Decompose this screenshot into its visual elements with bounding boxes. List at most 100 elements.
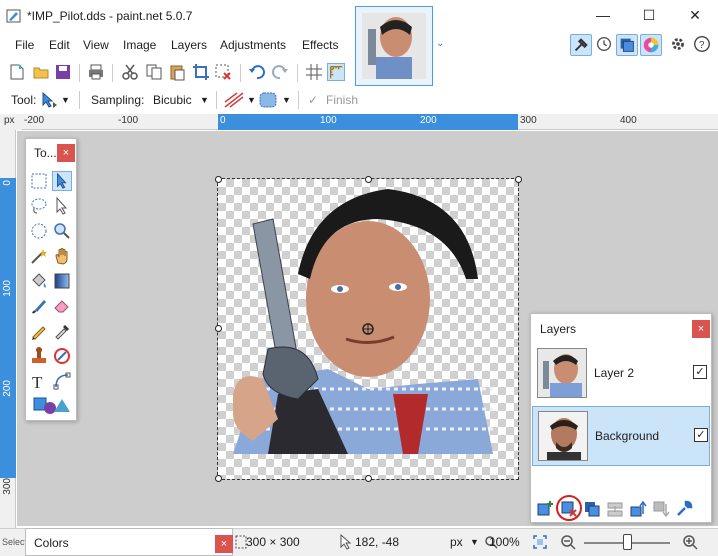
- recolor-tool-icon[interactable]: [52, 346, 72, 366]
- layer-row-background[interactable]: Background ✓: [532, 406, 710, 466]
- new-file-icon[interactable]: [8, 63, 26, 81]
- color-picker-tool-icon[interactable]: [52, 321, 72, 341]
- layers-window-close-button[interactable]: ×: [692, 320, 710, 338]
- sampling-dropdown-arrow-icon[interactable]: ▼: [200, 95, 209, 105]
- resize-handle-top-left[interactable]: [215, 176, 222, 183]
- gradient-tool-icon[interactable]: [52, 271, 72, 291]
- hammer-icon: [574, 38, 588, 52]
- tools-window-toggle-button[interactable]: [570, 34, 592, 56]
- zoom-out-icon[interactable]: [560, 534, 576, 550]
- undo-icon[interactable]: [248, 63, 266, 81]
- crop-to-selection-icon[interactable]: [192, 63, 210, 81]
- move-layer-up-icon[interactable]: [629, 500, 647, 518]
- add-new-layer-icon[interactable]: [536, 500, 554, 518]
- units-dropdown-arrow-icon[interactable]: ▼: [470, 537, 479, 547]
- shapes-tool-icon[interactable]: [32, 395, 72, 415]
- zoom-level[interactable]: 100%: [489, 535, 520, 549]
- line-curve-tool-icon[interactable]: [52, 371, 72, 391]
- close-button[interactable]: ✕: [672, 0, 718, 30]
- paint-bucket-tool-icon[interactable]: [29, 271, 49, 291]
- cut-icon[interactable]: [121, 63, 139, 81]
- zoom-tool-icon[interactable]: [52, 221, 72, 241]
- paste-icon[interactable]: [168, 63, 186, 81]
- zoom-in-icon[interactable]: [682, 534, 698, 550]
- antialiasing-dropdown-arrow-icon[interactable]: ▼: [247, 95, 256, 105]
- colors-window-toggle-button[interactable]: [640, 34, 662, 56]
- gear-icon: [672, 38, 684, 50]
- resize-handle-left[interactable]: [215, 325, 222, 332]
- redo-icon[interactable]: [271, 63, 289, 81]
- image-tab-thumbnail[interactable]: [355, 6, 433, 86]
- zoom-to-window-icon[interactable]: [532, 534, 548, 550]
- maximize-button[interactable]: ☐: [626, 0, 672, 30]
- cursor-position-readout: 182, -48: [355, 535, 400, 549]
- antialiasing-icon[interactable]: [224, 92, 244, 108]
- menu-image[interactable]: Image: [123, 38, 156, 52]
- tool-dropdown-arrow-icon[interactable]: ▼: [61, 95, 70, 105]
- finish-button[interactable]: Finish: [326, 93, 358, 107]
- move-selected-pixels-tool-icon[interactable]: [40, 92, 58, 108]
- move-selection-tool-icon[interactable]: [52, 196, 72, 216]
- ruler-tick-label: 400: [620, 115, 637, 126]
- tools-window-close-button[interactable]: ×: [57, 144, 75, 162]
- magic-wand-tool-icon[interactable]: [29, 246, 49, 266]
- layer-visibility-checkbox[interactable]: ✓: [694, 428, 708, 442]
- vertical-ruler: 0 100 200 300: [0, 130, 16, 550]
- history-window-toggle-button[interactable]: [594, 34, 616, 56]
- blend-mode-icon[interactable]: [259, 92, 277, 108]
- colors-window-close-button[interactable]: ×: [215, 535, 233, 553]
- units-select[interactable]: px: [450, 535, 463, 549]
- cursor-position-icon: [340, 534, 352, 550]
- layer-thumbnail: [537, 348, 587, 398]
- history-clock-icon: [596, 36, 612, 52]
- text-tool-icon[interactable]: T: [29, 371, 49, 391]
- deselect-icon[interactable]: [214, 63, 232, 81]
- zoom-slider-thumb[interactable]: [623, 534, 632, 550]
- resize-handle-top[interactable]: [365, 176, 372, 183]
- pan-tool-icon[interactable]: [52, 246, 72, 266]
- menu-layers[interactable]: Layers: [171, 38, 207, 52]
- menu-view[interactable]: View: [83, 38, 109, 52]
- pencil-tool-icon[interactable]: [29, 321, 49, 341]
- merge-layer-down-icon[interactable]: [606, 500, 624, 518]
- resize-handle-bottom-left[interactable]: [215, 475, 222, 482]
- lasso-select-tool-icon[interactable]: [29, 196, 49, 216]
- menu-adjustments[interactable]: Adjustments: [220, 38, 286, 52]
- finish-check-icon: ✓: [308, 93, 319, 107]
- ruler-tick-label: 200: [420, 115, 437, 126]
- settings-button[interactable]: [668, 34, 690, 56]
- layer-row-layer-2[interactable]: Layer 2 ✓: [532, 344, 710, 404]
- eraser-tool-icon[interactable]: [52, 296, 72, 316]
- open-folder-icon[interactable]: [32, 63, 50, 81]
- menu-file[interactable]: File: [15, 38, 34, 52]
- move-selected-pixels-tool-icon[interactable]: [52, 171, 72, 191]
- save-icon[interactable]: [54, 63, 72, 81]
- layer-properties-icon[interactable]: [675, 500, 693, 518]
- ruler-unit-label: px: [0, 114, 22, 130]
- paintbrush-tool-icon[interactable]: [29, 296, 49, 316]
- rulers-icon[interactable]: [327, 63, 345, 81]
- grid-icon[interactable]: [305, 63, 323, 81]
- duplicate-layer-icon[interactable]: [583, 500, 601, 518]
- resize-handle-bottom[interactable]: [365, 475, 372, 482]
- copy-icon[interactable]: [145, 63, 163, 81]
- ellipse-select-tool-icon[interactable]: [29, 221, 49, 241]
- layers-window-toggle-button[interactable]: [616, 34, 638, 56]
- clone-stamp-tool-icon[interactable]: [29, 346, 49, 366]
- move-layer-down-icon[interactable]: [652, 500, 670, 518]
- rectangle-select-tool-icon[interactable]: [29, 171, 49, 191]
- image-list-dropdown-icon[interactable]: ⌄: [436, 38, 444, 49]
- layer-visibility-checkbox[interactable]: ✓: [693, 365, 707, 379]
- blend-mode-dropdown-arrow-icon[interactable]: ▼: [282, 95, 291, 105]
- resize-handle-top-right[interactable]: [515, 176, 522, 183]
- print-icon[interactable]: [87, 63, 105, 81]
- image-canvas[interactable]: [217, 178, 519, 480]
- minimize-button[interactable]: —: [580, 0, 626, 30]
- help-button[interactable]: ?: [692, 34, 714, 56]
- delete-layer-icon[interactable]: [560, 500, 578, 518]
- sampling-select[interactable]: Bicubic: [153, 93, 192, 107]
- help-icon: ?: [694, 36, 710, 52]
- layer-name: Layer 2: [594, 366, 635, 380]
- menu-effects[interactable]: Effects: [302, 38, 338, 52]
- menu-edit[interactable]: Edit: [49, 38, 70, 52]
